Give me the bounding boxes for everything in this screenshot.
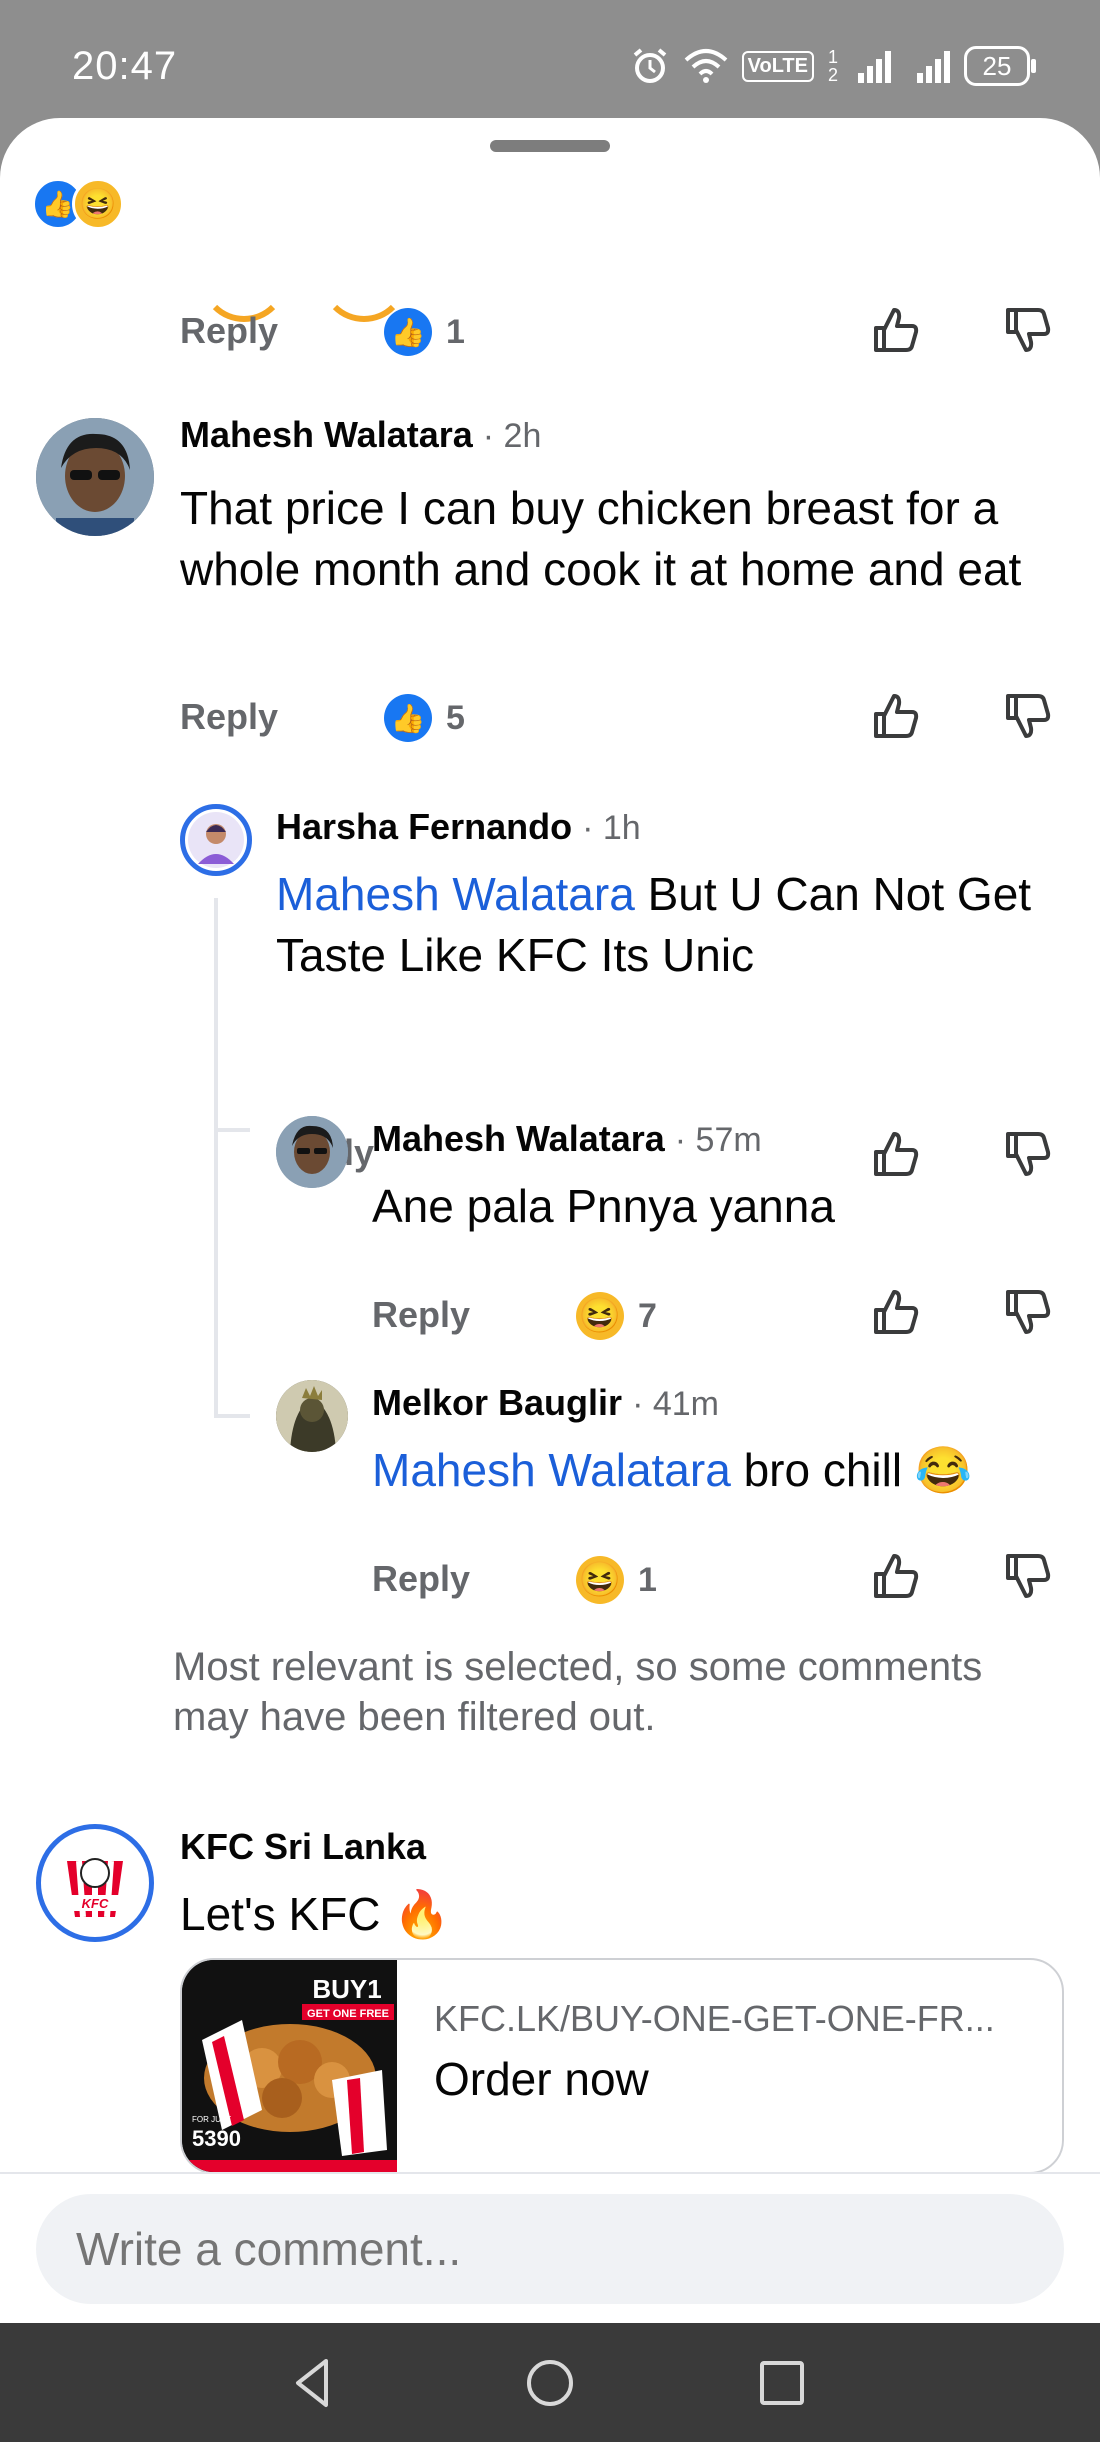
comment-text: Let's KFC 🔥 <box>180 1884 1040 1945</box>
comment-time: · 57m <box>674 1121 762 1159</box>
alarm-icon <box>633 48 666 83</box>
promo-headline: BUY1 <box>312 1974 381 2004</box>
kfc-logo-text: KFC <box>82 1896 109 1911</box>
comment-time: · 41m <box>632 1385 719 1423</box>
thumbs-up-icon[interactable] <box>870 1286 922 1338</box>
reply-button[interactable]: Reply <box>372 1294 470 1336</box>
reaction-count[interactable]: 😆 1 <box>576 1556 657 1604</box>
fire-emoji: 🔥 <box>393 1888 451 1940</box>
thread-connector <box>214 1414 250 1418</box>
haha-icon: 😆 <box>576 1292 624 1340</box>
mention-link[interactable]: Mahesh Walatara <box>372 1444 731 1496</box>
avatar[interactable] <box>180 804 252 876</box>
reaction-count[interactable]: 😆 7 <box>576 1292 657 1340</box>
reply-button[interactable]: Reply <box>372 1558 470 1600</box>
link-preview[interactable]: BUY1 GET ONE FREE FOR JUST 5390 KFC.LK/B… <box>180 1958 1064 2174</box>
status-icons: VoLTE 1 2 25 <box>630 46 1036 86</box>
battery-level: 25 <box>982 51 1012 81</box>
thumbs-up-icon[interactable] <box>870 304 922 356</box>
thumbs-down-icon[interactable] <box>1002 1128 1054 1180</box>
reaction-count-value: 1 <box>446 312 465 351</box>
comment-text: Mahesh Walatara bro chill 😂 <box>372 1440 1072 1501</box>
link-domain: KFC.LK/BUY-ONE-GET-ONE-FR... <box>434 1998 995 2039</box>
thumbs-up-icon[interactable] <box>870 690 922 742</box>
author-name[interactable]: Harsha Fernando <box>276 806 572 847</box>
comment-body: bro chill <box>730 1444 915 1496</box>
thumbs-down-icon[interactable] <box>1002 304 1054 356</box>
comment-input[interactable] <box>36 2194 1064 2304</box>
status-bar: 20:47 VoLTE 1 2 25 <box>0 0 1100 120</box>
home-icon[interactable] <box>520 2353 580 2413</box>
author-name[interactable]: Melkor Bauglir <box>372 1382 622 1423</box>
reaction-count-value: 5 <box>446 698 465 737</box>
reaction-summary[interactable]: 👍 😆 <box>32 178 124 230</box>
avatar-photo <box>276 1380 348 1452</box>
status-time: 20:47 <box>72 44 178 88</box>
avatar-photo <box>188 812 244 868</box>
thumbs-down-icon[interactable] <box>1002 1550 1054 1602</box>
reply-button[interactable]: Reply <box>180 310 278 352</box>
promo-subhead: GET ONE FREE <box>307 2008 389 2020</box>
mention-link[interactable]: Mahesh Walatara <box>276 868 635 920</box>
battery-icon: 25 <box>964 46 1036 86</box>
comment-author[interactable]: KFC Sri Lanka <box>180 1826 426 1868</box>
thumbs-up-icon[interactable] <box>870 1128 922 1180</box>
like-icon: 👍 <box>384 694 432 742</box>
reaction-count[interactable]: 👍 5 <box>384 694 465 742</box>
avatar[interactable] <box>276 1380 348 1452</box>
author-name[interactable]: KFC Sri Lanka <box>180 1826 426 1867</box>
reaction-count-value: 7 <box>638 1296 657 1335</box>
composer-divider <box>0 2172 1100 2174</box>
link-title[interactable]: Order now <box>434 2052 649 2106</box>
comment-text: Ane pala Pnnya yanna <box>372 1180 835 1232</box>
avatar-photo <box>276 1116 348 1188</box>
avatar-photo <box>36 418 154 536</box>
back-icon[interactable] <box>284 2353 344 2413</box>
promo-image: BUY1 GET ONE FREE FOR JUST 5390 <box>182 1960 397 2172</box>
thread-connector <box>214 1128 250 1132</box>
reaction-count[interactable]: 👍 1 <box>384 308 465 356</box>
like-icon: 👍 <box>384 308 432 356</box>
comment-body: Let's KFC <box>180 1888 394 1940</box>
promo-price: 5390 <box>192 2126 241 2151</box>
author-name[interactable]: Mahesh Walatara <box>372 1118 665 1159</box>
comment-time: · 2h <box>482 417 542 455</box>
sim-label: 1 2 <box>828 47 839 85</box>
thread-line <box>214 898 218 1418</box>
signal-icon <box>858 49 891 83</box>
avatar[interactable] <box>36 418 154 536</box>
promo-for-just: FOR JUST <box>192 2115 231 2124</box>
recents-icon[interactable] <box>752 2353 812 2413</box>
haha-icon: 😆 <box>576 1556 624 1604</box>
avatar[interactable]: KFC <box>36 1824 154 1942</box>
wifi-icon <box>684 49 727 83</box>
comment-text: That price I can buy chicken breast for … <box>180 482 1022 595</box>
volte-badge: VoLTE <box>741 50 814 82</box>
thumbs-down-icon[interactable] <box>1002 1286 1054 1338</box>
thumbs-up-icon[interactable] <box>870 1550 922 1602</box>
signal-icon <box>917 49 950 83</box>
system-nav-bar <box>0 2323 1100 2442</box>
haha-icon: 😆 <box>72 178 124 230</box>
partial-avatar <box>200 234 288 322</box>
filter-notice: Most relevant is selected, so some comme… <box>173 1645 983 1739</box>
comment-author[interactable]: Harsha Fernando · 1h <box>276 806 641 848</box>
comment-text: Mahesh Walatara But U Can Not Get Taste … <box>276 864 1056 986</box>
comments-sheet: 👍 😆 Reply 👍 1 Mahesh Walatara · 2h That … <box>0 118 1100 2323</box>
author-name[interactable]: Mahesh Walatara <box>180 414 473 455</box>
laughing-emoji: 😂 <box>914 1444 973 1496</box>
reply-button[interactable]: Reply <box>180 696 278 738</box>
comment-author[interactable]: Mahesh Walatara · 57m <box>372 1118 762 1160</box>
drag-handle[interactable] <box>490 140 610 152</box>
thumbs-down-icon[interactable] <box>1002 690 1054 742</box>
link-thumbnail: BUY1 GET ONE FREE FOR JUST 5390 <box>182 1960 397 2172</box>
comment-composer[interactable] <box>36 2194 1064 2304</box>
avatar[interactable] <box>276 1116 348 1188</box>
comment-time: · 1h <box>582 809 641 847</box>
kfc-logo: KFC <box>45 1833 145 1933</box>
reaction-count-value: 1 <box>638 1560 657 1599</box>
comment-author[interactable]: Mahesh Walatara · 2h <box>180 414 541 456</box>
comment-author[interactable]: Melkor Bauglir · 41m <box>372 1382 719 1424</box>
